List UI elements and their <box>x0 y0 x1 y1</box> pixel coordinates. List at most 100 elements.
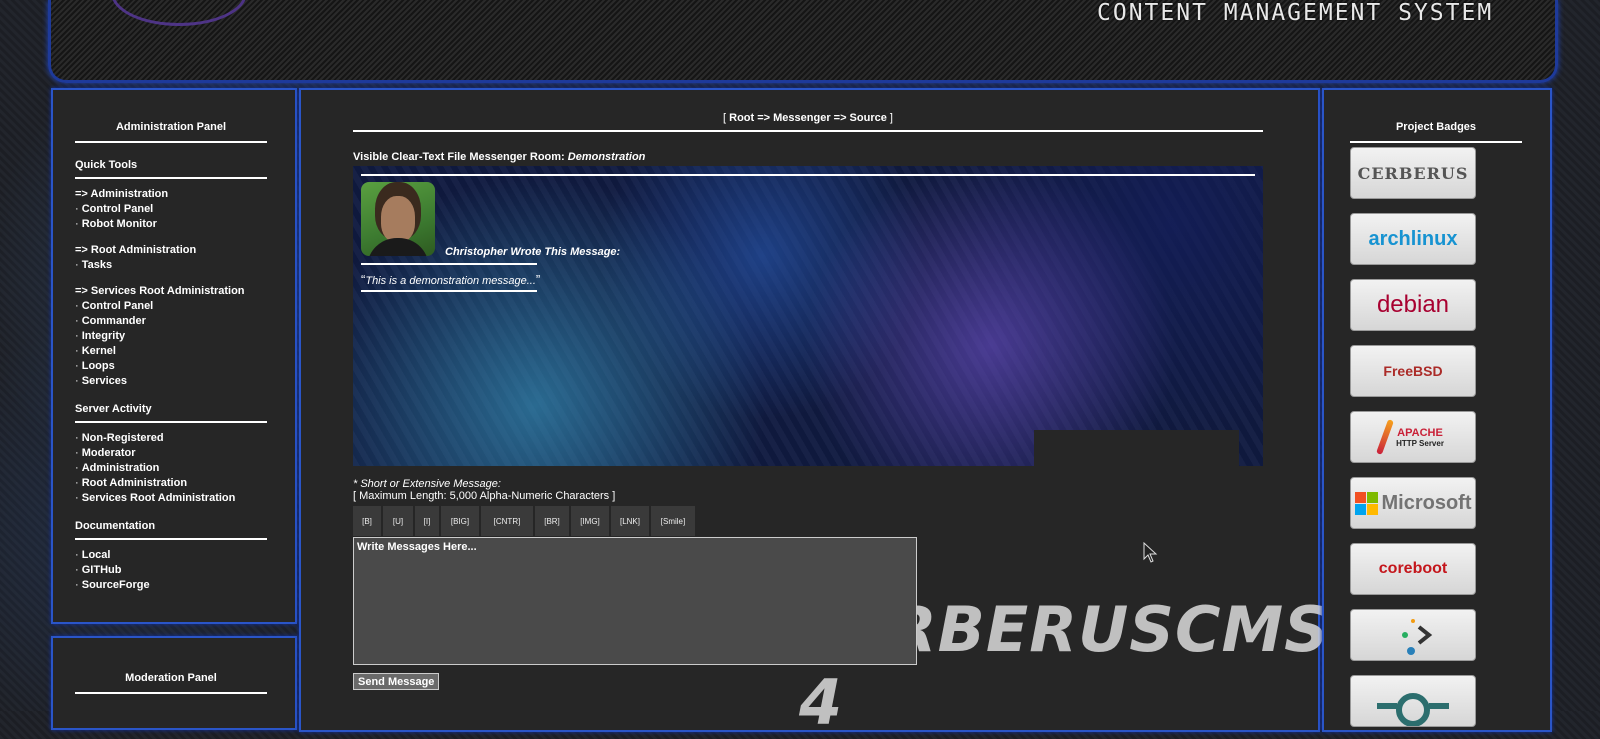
room-title: Visible Clear-Text File Messenger Room: … <box>353 151 645 163</box>
badge-debian[interactable]: debian <box>1350 279 1476 331</box>
badge-sublabel: HTTP Server <box>1396 438 1444 448</box>
menu-item[interactable]: · Services Root Administration <box>75 491 267 506</box>
menu-item[interactable]: · Kernel <box>75 344 267 359</box>
message-author: Christopher Wrote This Message: <box>445 246 621 258</box>
tag-button[interactable]: [LNK] <box>611 506 649 536</box>
bullet-icon: · <box>75 549 82 561</box>
bullet-icon: · <box>75 218 82 230</box>
tag-button[interactable]: [I] <box>415 506 439 536</box>
menu-item[interactable]: · Services <box>75 374 267 389</box>
section-title: Quick Tools <box>75 159 267 179</box>
ring-logo-icon <box>1377 693 1449 726</box>
avatar-face <box>381 196 415 242</box>
send-message-button[interactable]: Send Message <box>353 673 440 690</box>
breadcrumb-close: ] <box>886 112 893 124</box>
bullet-icon: · <box>75 477 82 489</box>
tag-button[interactable]: [B] <box>353 506 381 536</box>
tag-button[interactable]: [Smile] <box>651 506 695 536</box>
badge-dots-arrow[interactable] <box>1350 609 1476 661</box>
message-divider <box>361 263 537 265</box>
menu-item-label: Administration <box>81 462 160 474</box>
badge-label-stack: APACHE HTTP Server <box>1396 427 1444 448</box>
menu-item-label: Moderator <box>81 447 136 459</box>
room-title-prefix: Visible Clear-Text File Messenger Room: <box>353 151 568 163</box>
menu-item-label: Robot Monitor <box>81 218 157 230</box>
menu-item[interactable]: · Administration <box>75 461 267 476</box>
avatar <box>361 182 435 256</box>
menu-item-label: Services Root Administration <box>81 492 236 504</box>
project-badges-panel: Project Badges CERBERUS archlinux debian Fr… <box>1322 88 1552 732</box>
dots-arrow-icon <box>1402 619 1433 655</box>
menu-item-label: SourceForge <box>81 579 150 591</box>
menu-item-label: Kernel <box>81 345 116 357</box>
room-name: Demonstration <box>567 151 646 163</box>
menu-gap <box>75 232 267 243</box>
moderation-panel-heading: Moderation Panel <box>75 672 267 694</box>
badge-label: archlinux <box>1368 227 1458 250</box>
badge-cerberus[interactable]: CERBERUS <box>1350 147 1476 199</box>
menu-item[interactable]: · Commander <box>75 314 267 329</box>
menu-gap <box>75 273 267 284</box>
breadcrumb-path[interactable]: Root => Messenger => Source <box>729 112 887 124</box>
badge-label: CERBERUS <box>1357 163 1469 183</box>
bullet-icon: · <box>75 330 82 342</box>
administration-panel-heading: Administration Panel <box>75 121 267 143</box>
bullet-icon: · <box>75 259 82 271</box>
badge-coreboot[interactable]: coreboot <box>1350 543 1476 595</box>
admin-sections: Quick Tools => Administration · Control Pa… <box>75 159 267 593</box>
menu-item-label: Root Administration <box>81 477 188 489</box>
close-quote: ” <box>535 272 541 287</box>
moderation-panel: Moderation Panel <box>51 636 297 730</box>
menu-item[interactable]: · Control Panel <box>75 299 267 314</box>
menu-item-label: Control Panel <box>81 203 154 215</box>
menu-item[interactable]: · Control Panel <box>75 202 267 217</box>
section-title: Documentation <box>75 520 267 540</box>
badge-apache[interactable]: APACHE HTTP Server <box>1350 411 1476 463</box>
menu-item[interactable]: · SourceForge <box>75 578 267 593</box>
bullet-icon: · <box>75 447 82 459</box>
main-content-panel: [ Root => Messenger => Source ] Visible … <box>299 88 1329 739</box>
badge-partial[interactable] <box>1350 675 1476 727</box>
bullet-icon: · <box>75 375 82 387</box>
menu-item[interactable]: · Loops <box>75 359 267 374</box>
badge-freebsd[interactable]: FreeBSD <box>1350 345 1476 397</box>
menu-item-label: Integrity <box>81 330 126 342</box>
menu-item[interactable]: · Integrity <box>75 329 267 344</box>
menu-item-label: => Services Root Administration <box>75 285 245 297</box>
bullet-icon: · <box>75 564 82 576</box>
compose-limit: [ Maximum Length: 5,000 Alpha-Numeric Ch… <box>353 490 616 502</box>
menu-item-label: Loops <box>81 360 115 372</box>
mouse-cursor-icon <box>1143 542 1158 563</box>
project-badges-heading: Project Badges <box>1350 121 1522 143</box>
menu-item[interactable]: => Administration <box>75 187 267 202</box>
menu-item-label: Services <box>81 375 127 387</box>
menu-item[interactable]: · Tasks <box>75 258 267 273</box>
tag-button[interactable]: [CNTR] <box>481 506 533 536</box>
menu-item-label: GITHub <box>81 564 122 576</box>
message-input[interactable] <box>353 537 917 665</box>
badge-microsoft[interactable]: Microsoft <box>1350 477 1476 529</box>
tag-button[interactable]: [U] <box>383 506 413 536</box>
badge-archlinux[interactable]: archlinux <box>1350 213 1476 265</box>
tag-button[interactable]: [IMG] <box>571 506 609 536</box>
menu-item-label: => Root Administration <box>75 244 197 256</box>
menu-item[interactable]: · Local <box>75 548 267 563</box>
menu-item[interactable]: · Robot Monitor <box>75 217 267 232</box>
menu-item[interactable]: · Non-Registered <box>75 431 267 446</box>
bullet-icon: · <box>75 360 82 372</box>
menu-item[interactable]: => Services Root Administration <box>75 284 267 299</box>
menu-item[interactable]: => Root Administration <box>75 243 267 258</box>
microsoft-logo-icon <box>1354 491 1378 515</box>
menu-item[interactable]: · GITHub <box>75 563 267 578</box>
section-title: Server Activity <box>75 403 267 423</box>
tag-button[interactable]: [BR] <box>535 506 569 536</box>
bullet-icon: · <box>75 203 82 215</box>
header-title: CONTENT MANAGEMENT SYSTEM <box>1097 0 1494 26</box>
menu-item-label: Local <box>81 549 111 561</box>
badge-label: APACHE <box>1397 426 1443 439</box>
tag-button[interactable]: [BIG] <box>441 506 479 536</box>
message-body: This is a demonstration message... <box>365 275 536 287</box>
menu-item[interactable]: · Moderator <box>75 446 267 461</box>
menu-item[interactable]: · Root Administration <box>75 476 267 491</box>
formatting-toolbar: [B] [U] [I] [BIG] [CNTR] [BR] [IMG] [LNK] [Smile… <box>353 506 697 536</box>
